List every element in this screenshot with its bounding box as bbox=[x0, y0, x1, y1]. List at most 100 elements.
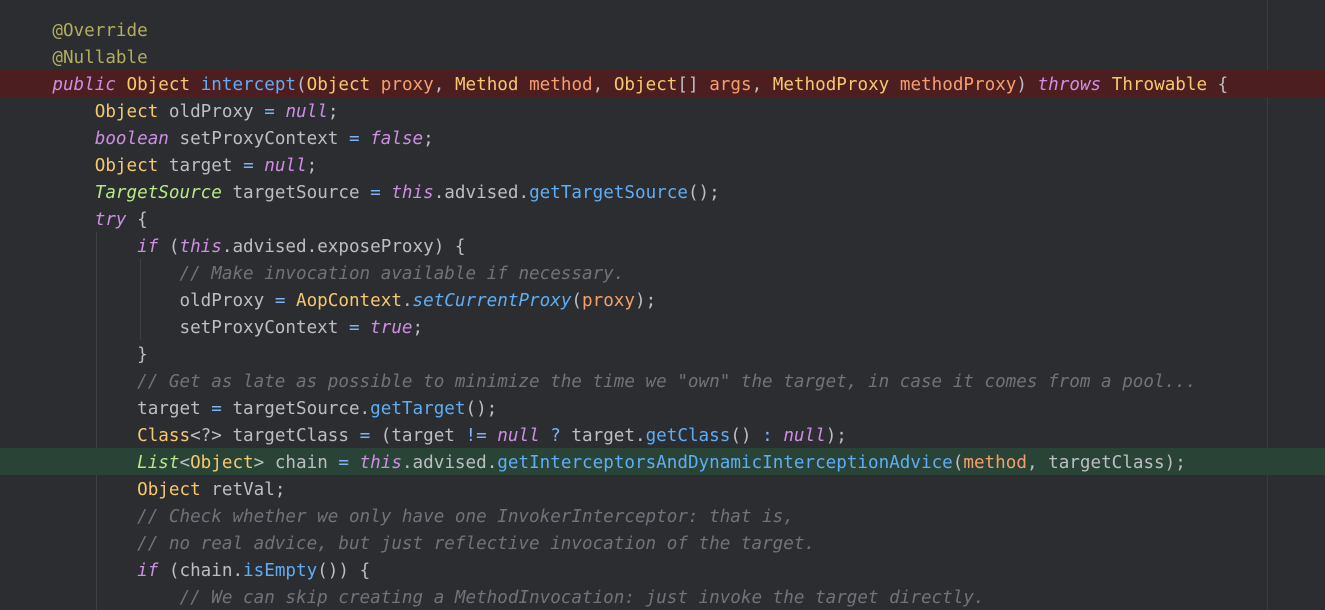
code-token: // Make invocation available if necessar… bbox=[179, 264, 625, 284]
code-token: .advised. bbox=[401, 453, 498, 473]
code-token: null bbox=[285, 102, 328, 122]
code-token: AopContext bbox=[296, 291, 402, 311]
code-token: ()) { bbox=[317, 561, 371, 581]
code-token: ; bbox=[327, 102, 339, 122]
code-line[interactable]: Object retVal; bbox=[0, 475, 1325, 502]
code-token: this bbox=[391, 183, 434, 203]
code-token: target. bbox=[560, 426, 646, 446]
breakpoint-line[interactable]: public Object intercept(Object proxy, Me… bbox=[0, 70, 1325, 97]
code-token: > chain bbox=[253, 453, 339, 473]
code-token: methodProxy bbox=[899, 75, 1017, 95]
code-line[interactable]: // We can skip creating a MethodInvocati… bbox=[0, 583, 1325, 610]
code-token: null bbox=[497, 426, 540, 446]
code-token: @Override bbox=[52, 21, 148, 41]
code-line[interactable]: target = targetSource.getTarget(); bbox=[0, 394, 1325, 421]
code-token: .advised. bbox=[433, 183, 530, 203]
code-line[interactable]: oldProxy = AopContext.setCurrentProxy(pr… bbox=[0, 286, 1325, 313]
code-token: ( bbox=[158, 237, 180, 257]
code-token: = bbox=[348, 318, 360, 338]
code-token: Throwable bbox=[1111, 75, 1208, 95]
code-token: try bbox=[94, 210, 127, 230]
code-token: (); bbox=[687, 183, 720, 203]
code-token: = bbox=[338, 453, 349, 473]
code-line[interactable]: } bbox=[0, 340, 1325, 367]
code-token: @Nullable bbox=[52, 48, 148, 68]
code-token: target bbox=[158, 156, 244, 176]
code-line[interactable]: // no real advice, but just reflective i… bbox=[0, 529, 1325, 556]
code-token: // Get as late as possible to minimize t… bbox=[137, 372, 1197, 392]
code-token: Object bbox=[94, 102, 159, 122]
execution-point-line[interactable]: List<Object> chain = this.advised.getInt… bbox=[0, 448, 1325, 475]
code-token: } bbox=[10, 345, 148, 365]
code-line[interactable]: Class<?> targetClass = (target != null ?… bbox=[0, 421, 1325, 448]
code-line[interactable]: if (this.advised.exposeProxy) { bbox=[0, 232, 1325, 259]
code-token: , bbox=[751, 75, 773, 95]
code-line[interactable]: setProxyContext = true; bbox=[0, 313, 1325, 340]
code-token: null bbox=[264, 156, 307, 176]
code-token: targetSource. bbox=[221, 399, 371, 419]
code-token: = bbox=[211, 399, 222, 419]
code-line[interactable]: @Override bbox=[0, 16, 1325, 43]
code-token: Object bbox=[613, 75, 678, 95]
code-token: : bbox=[762, 426, 773, 446]
code-token: ; bbox=[412, 318, 424, 338]
code-token: method bbox=[963, 453, 1027, 473]
code-token: List bbox=[137, 453, 180, 473]
code-token: ( bbox=[296, 75, 307, 95]
code-token: // no real advice, but just reflective i… bbox=[137, 534, 816, 554]
code-line[interactable]: boolean setProxyContext = false; bbox=[0, 124, 1325, 151]
code-token: if bbox=[137, 237, 159, 257]
code-token: Object bbox=[137, 480, 201, 500]
code-token: getClass bbox=[645, 426, 731, 446]
code-editor[interactable]: @Override @Nullable public Object interc… bbox=[0, 0, 1325, 610]
code-token: Object bbox=[94, 156, 159, 176]
code-token: , targetClass); bbox=[1026, 453, 1186, 473]
code-token: . bbox=[401, 291, 413, 311]
code-line[interactable]: Object target = null; bbox=[0, 151, 1325, 178]
code-token: boolean bbox=[94, 129, 169, 149]
code-line[interactable]: // Get as late as possible to minimize t… bbox=[0, 367, 1325, 394]
code-token: this bbox=[179, 237, 222, 257]
code-token: null bbox=[783, 426, 826, 446]
code-token: proxy bbox=[380, 75, 434, 95]
code-line[interactable]: @Nullable bbox=[0, 43, 1325, 70]
code-line[interactable]: TargetSource targetSource = this.advised… bbox=[0, 178, 1325, 205]
code-token: targetSource bbox=[221, 183, 371, 203]
code-line[interactable]: Object oldProxy = null; bbox=[0, 97, 1325, 124]
code-line[interactable]: // Check whether we only have one Invoke… bbox=[0, 502, 1325, 529]
code-token: ; bbox=[306, 156, 318, 176]
code-line[interactable]: try { bbox=[0, 205, 1325, 232]
code-token: this bbox=[359, 453, 402, 473]
code-token: ? bbox=[550, 426, 561, 446]
code-token: TargetSource bbox=[94, 183, 222, 203]
code-token: method bbox=[529, 75, 593, 95]
code-token: [] bbox=[677, 75, 710, 95]
code-line[interactable]: if (chain.isEmpty()) { bbox=[0, 556, 1325, 583]
code-line[interactable]: // Make invocation available if necessar… bbox=[0, 259, 1325, 286]
code-token: , bbox=[592, 75, 614, 95]
code-token: < bbox=[179, 453, 191, 473]
